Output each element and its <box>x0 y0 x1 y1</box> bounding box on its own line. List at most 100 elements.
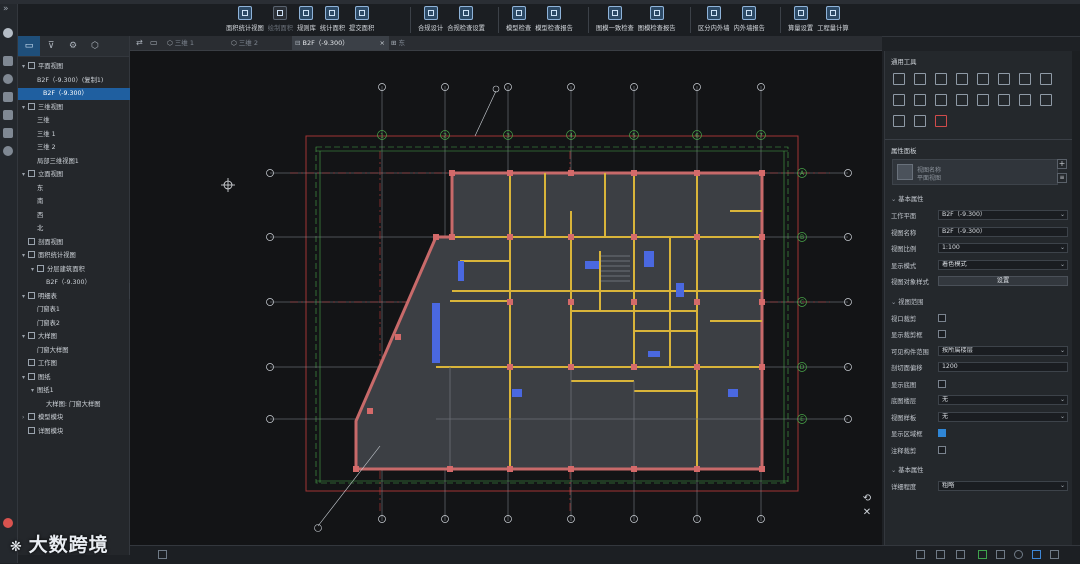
ribbon-button-4-0[interactable]: 区分内外墙 <box>698 4 729 34</box>
ribbon-button-1-0[interactable]: 合规设计 <box>418 4 443 34</box>
status-icon-6[interactable] <box>996 550 1005 559</box>
tree-item[interactable]: 大样图: 门窗大样图 <box>40 399 101 411</box>
ribbon-button-2-1[interactable]: 模型检查报告 <box>535 4 573 34</box>
property-select[interactable]: 无 ⌄ <box>938 411 1068 422</box>
status-icon-9[interactable] <box>1050 550 1059 559</box>
match-tool-icon[interactable] <box>977 94 989 106</box>
tree-item[interactable]: 北 <box>31 223 43 235</box>
measure-tool-icon[interactable] <box>935 115 947 127</box>
tree-item[interactable]: ▾ 大样图 <box>22 331 57 343</box>
property-select[interactable]: 按所属楼层 ⌄ <box>938 345 1068 356</box>
tree-item[interactable]: B2F（-9.300）(复制1) <box>31 75 103 87</box>
group-tool-icon[interactable] <box>893 115 905 127</box>
status-icon-1[interactable] <box>158 550 167 559</box>
close-view-icon[interactable]: ✕ <box>860 506 874 520</box>
trim-tool-icon[interactable] <box>1040 73 1052 85</box>
view-type-selector[interactable]: 视图名称 平面视图 <box>892 159 1058 185</box>
tree-item[interactable]: 工作图 <box>22 358 57 370</box>
ribbon-button-4-1[interactable]: 内外墙报告 <box>733 4 765 34</box>
tab-3d-2[interactable]: ⬡ 三维 2 <box>228 36 291 50</box>
section-header[interactable]: ⌄ 基本属性 <box>891 465 923 474</box>
tree-item[interactable]: ▾ 分层建筑面积 <box>31 264 85 276</box>
status-icon-4[interactable] <box>956 550 965 559</box>
tree-item[interactable]: 剖面视图 <box>22 237 63 249</box>
tab-nav-icon[interactable]: ⇄ <box>136 38 143 47</box>
expand-icon[interactable]: » <box>3 4 9 14</box>
tab-3d-1[interactable]: ⬡ 三维 1 <box>164 36 227 50</box>
home-icon[interactable] <box>3 28 13 38</box>
ribbon-button-3-1[interactable]: 图模检查报告 <box>638 4 676 34</box>
ribbon-button-0-4[interactable]: 提交面积 <box>349 4 374 34</box>
tree-item[interactable]: 门窗表1 <box>31 304 60 316</box>
tree-item[interactable]: 门窗表2 <box>31 318 60 330</box>
document-icon[interactable] <box>3 92 13 102</box>
ribbon-button-3-0[interactable]: 图模一致检查 <box>596 4 634 34</box>
stack-icon[interactable] <box>3 128 13 138</box>
tree-item[interactable]: ▾ 明细表 <box>22 291 57 303</box>
status-icon-7[interactable] <box>1014 550 1023 559</box>
browser-tab-3[interactable]: ⬡ <box>84 36 106 56</box>
paint-tool-icon[interactable] <box>914 115 926 127</box>
browser-tab-1[interactable]: ⊽ <box>40 36 62 56</box>
ribbon-button-5-1[interactable]: 工程量计算 <box>817 4 849 34</box>
close-tab-icon[interactable]: × <box>380 36 385 50</box>
ribbon-button-0-2[interactable]: 规则库 <box>297 4 316 34</box>
tree-item[interactable]: ▾ 图纸1 <box>31 385 54 397</box>
help-icon[interactable] <box>3 146 13 156</box>
rotate-tool-icon[interactable] <box>935 73 947 85</box>
property-select[interactable]: 无 ⌄ <box>938 395 1068 405</box>
ribbon-button-2-0[interactable]: 模型检查 <box>506 4 531 34</box>
property-input[interactable]: B2F（-9.300） <box>938 226 1068 237</box>
tree-item[interactable]: 门窗大样图 <box>31 345 68 357</box>
property-checkbox[interactable] <box>938 445 946 454</box>
ribbon-button-0-3[interactable]: 统计面积 <box>320 4 345 34</box>
tree-item[interactable]: 东 <box>31 183 43 195</box>
tab-b2f-plan[interactable]: ⊟ B2F（-9.300） × <box>292 36 389 50</box>
tree-item[interactable]: ▾ 面积统计视图 <box>22 250 76 262</box>
unpin-tool-icon[interactable] <box>1040 94 1052 106</box>
property-input[interactable]: 1200 <box>938 362 1068 372</box>
browser-tab-2[interactable]: ⚙ <box>62 36 84 56</box>
tree-item[interactable]: B2F（-9.300） <box>18 88 148 100</box>
add-type-button[interactable]: + <box>1057 159 1067 169</box>
property-select[interactable]: 粗略 ⌄ <box>938 481 1068 491</box>
property-select[interactable]: B2F（-9.300） ⌄ <box>938 210 1068 220</box>
edit-type-button[interactable]: ≡ <box>1057 173 1067 183</box>
move-tool-icon[interactable] <box>893 73 905 85</box>
property-select[interactable]: 着色模式 ⌄ <box>938 259 1068 270</box>
property-checkbox[interactable] <box>938 429 946 437</box>
scale-tool-icon[interactable] <box>893 94 905 106</box>
delete-tool-icon[interactable] <box>998 94 1010 106</box>
tree-item[interactable]: ▾ 立面视图 <box>22 169 63 181</box>
globe-icon[interactable] <box>3 74 13 84</box>
offset-tool-icon[interactable] <box>998 73 1010 85</box>
pin-tool-icon[interactable] <box>1019 94 1031 106</box>
tab-window-icon[interactable]: ▭ <box>150 38 158 47</box>
property-select[interactable]: 1:100 ⌄ <box>938 243 1068 253</box>
property-checkbox[interactable] <box>938 313 946 322</box>
tree-item[interactable]: B2F（-9.300） <box>40 277 91 289</box>
tree-item[interactable]: ▾ 三维视图 <box>22 102 63 114</box>
split-tool-icon[interactable] <box>935 94 947 106</box>
tree-item[interactable]: 三维 2 <box>31 142 56 154</box>
drawing-canvas[interactable]: 1 2 3 4 5 6 7 A B C D E <box>130 51 882 545</box>
tree-item[interactable]: ▾ 图纸 <box>22 372 51 384</box>
status-icon-8[interactable] <box>1032 550 1041 559</box>
status-icon-2[interactable] <box>916 550 925 559</box>
section-header[interactable]: ⌄ 基本属性 <box>891 194 923 203</box>
join-tool-icon[interactable] <box>956 94 968 106</box>
mirror-tool-icon[interactable] <box>977 73 989 85</box>
section-header[interactable]: ⌄ 视图范围 <box>891 297 923 306</box>
tree-item[interactable]: 详图模块 <box>22 426 63 438</box>
tree-item[interactable]: 三维 <box>31 115 50 127</box>
rotate-icon[interactable]: ⟲ <box>860 492 874 506</box>
array-tool-icon[interactable] <box>1019 73 1031 85</box>
align-tool-icon[interactable] <box>956 73 968 85</box>
tree-item[interactable]: › 模型模块 <box>22 412 63 424</box>
status-icon-5[interactable] <box>978 550 987 559</box>
copy-tool-icon[interactable] <box>914 73 926 85</box>
tree-item[interactable]: ▾ 平面视图 <box>22 61 63 73</box>
ribbon-button-5-0[interactable]: 算量设置 <box>788 4 813 34</box>
extend-tool-icon[interactable] <box>914 94 926 106</box>
ribbon-button-0-0[interactable]: 面积统计视图 <box>226 4 264 34</box>
